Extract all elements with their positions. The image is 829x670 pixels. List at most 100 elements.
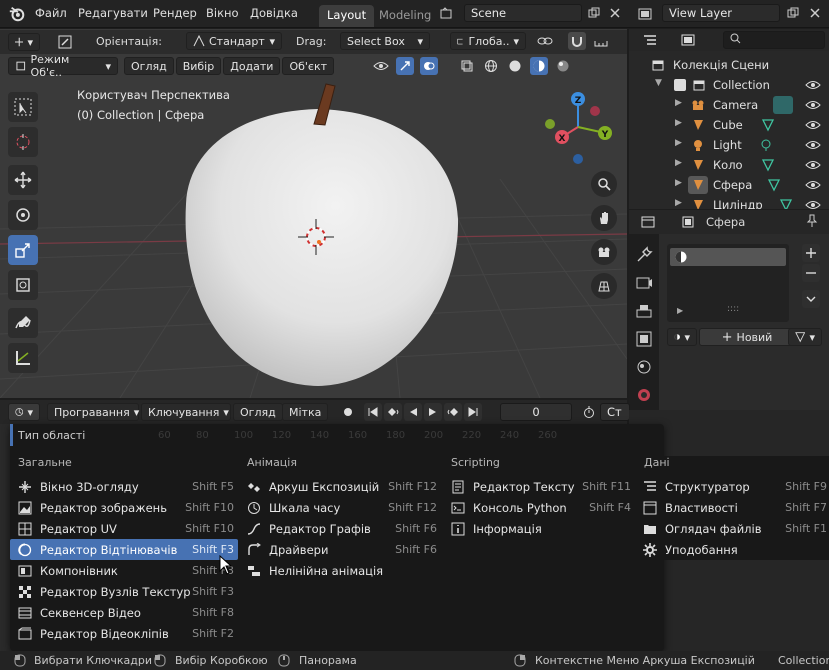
view-layer-tab-icon[interactable] bbox=[635, 330, 653, 348]
stopwatch-icon[interactable] bbox=[580, 403, 598, 421]
menu-view[interactable]: Огляд bbox=[124, 57, 174, 75]
shading-rendered-icon[interactable] bbox=[554, 57, 572, 75]
menu-item-dope-sheet[interactable]: Аркуш Експозицій Shift F12 bbox=[239, 476, 441, 497]
scene-tab-icon[interactable] bbox=[635, 358, 653, 376]
record-icon[interactable] bbox=[339, 403, 357, 421]
menu-item-video-sequencer[interactable]: Секвенсер Відео Shift F8 bbox=[10, 602, 238, 623]
menu-item-python-console[interactable]: Консоль Python Shift F4 bbox=[443, 497, 635, 518]
menu-item-properties[interactable]: Властивості Shift F7 bbox=[637, 497, 829, 518]
shading-material-icon[interactable] bbox=[530, 57, 548, 75]
duplicate-scene-icon[interactable] bbox=[585, 4, 603, 22]
snap-target-icon[interactable] bbox=[592, 32, 610, 50]
cursor-tool-icon[interactable] bbox=[8, 127, 38, 157]
collection-checkbox[interactable] bbox=[674, 79, 686, 91]
properties-panel[interactable]: Сфера ▶ :::: ▾ + Новий ▾ bbox=[629, 210, 829, 410]
next-keyframe-icon[interactable] bbox=[444, 403, 462, 421]
zoom-icon[interactable] bbox=[591, 171, 617, 197]
timeline-view-menu[interactable]: Огляд bbox=[233, 403, 283, 421]
transform-tool-icon[interactable] bbox=[8, 270, 38, 300]
menu-window[interactable]: Вікно bbox=[206, 6, 239, 20]
transform-affect-icon[interactable] bbox=[56, 33, 74, 51]
orientation-dropdown[interactable]: Стандарт ▾ bbox=[186, 32, 282, 50]
transform-tool-dropdown[interactable]: ▾ bbox=[8, 33, 40, 51]
timeline-editor-type-button[interactable]: ▾ bbox=[8, 403, 40, 421]
camera-data-icon[interactable] bbox=[773, 96, 793, 114]
outliner-collection[interactable]: ▼ Collection bbox=[629, 75, 829, 95]
duplicate-view-layer-icon[interactable] bbox=[784, 4, 802, 22]
drag-dropdown[interactable]: Select Box ▾ bbox=[340, 32, 430, 50]
outliner-item-light[interactable]: ▶ Light bbox=[629, 135, 829, 155]
add-slot-icon[interactable] bbox=[802, 244, 820, 262]
menu-render[interactable]: Рендер bbox=[153, 6, 197, 20]
menu-select[interactable]: Вибір bbox=[175, 57, 222, 75]
viewport-3d[interactable]: Користувач Перспектива (0) Collection | … bbox=[0, 29, 627, 398]
outliner-panel[interactable]: Колекція Сцени ▼ Collection ▶ Camera ▶ C… bbox=[629, 29, 829, 209]
outliner-search-input[interactable] bbox=[723, 31, 825, 49]
keying-menu[interactable]: Ключування ▾ bbox=[141, 403, 231, 421]
menu-item-movie-clip-editor[interactable]: Редактор Відеокліпів Shift F2 bbox=[10, 623, 238, 644]
jump-start-icon[interactable] bbox=[364, 403, 382, 421]
view-layer-field[interactable]: View Layer bbox=[662, 4, 780, 22]
menu-object[interactable]: Об'єкт bbox=[282, 57, 335, 75]
snap-magnet-icon[interactable] bbox=[568, 32, 586, 50]
render-tab-icon[interactable] bbox=[635, 274, 653, 292]
outliner-editor-type-icon[interactable] bbox=[641, 31, 659, 49]
output-tab-icon[interactable] bbox=[635, 302, 653, 320]
move-tool-icon[interactable] bbox=[8, 165, 38, 195]
remove-slot-icon[interactable] bbox=[802, 264, 820, 282]
jump-end-icon[interactable] bbox=[464, 403, 482, 421]
material-slot-list[interactable]: ▶ :::: bbox=[667, 244, 789, 322]
camera-view-icon[interactable] bbox=[591, 239, 617, 265]
view-layer-icon[interactable] bbox=[636, 5, 654, 23]
menu-item-shader-editor[interactable]: Редактор Відтінювачів Shift F3 bbox=[10, 539, 238, 560]
menu-item-timeline[interactable]: Шкала часу Shift F12 bbox=[239, 497, 441, 518]
menu-item-file-browser[interactable]: Оглядач файлів Shift F1 bbox=[637, 518, 829, 539]
workspace-tab-modeling[interactable]: Modeling bbox=[371, 5, 439, 27]
menu-item-compositor[interactable]: Компонівник Shift F3 bbox=[10, 560, 238, 581]
pan-hand-icon[interactable] bbox=[591, 205, 617, 231]
menu-item-info[interactable]: Інформація bbox=[443, 518, 635, 539]
menu-item-preferences[interactable]: Уподобання bbox=[637, 539, 829, 560]
menu-item-nonlinear-animation[interactable]: Нелінійна анімація bbox=[239, 560, 441, 581]
browse-material-button[interactable]: ▾ bbox=[667, 328, 697, 346]
outliner-item-circle[interactable]: ▶ Коло bbox=[629, 155, 829, 175]
playback-menu[interactable]: Програвання ▾ bbox=[47, 403, 139, 421]
blender-logo-icon[interactable] bbox=[8, 5, 26, 23]
play-reverse-icon[interactable] bbox=[404, 403, 422, 421]
snap-link-icon[interactable] bbox=[536, 32, 554, 50]
pivot-dropdown[interactable]: Глоба.. ▾ bbox=[450, 32, 526, 50]
measure-tool-icon[interactable] bbox=[8, 343, 38, 373]
properties-editor-type-icon[interactable] bbox=[639, 213, 657, 231]
pin-icon[interactable] bbox=[805, 214, 819, 228]
link-dropdown[interactable]: ▾ bbox=[788, 328, 822, 346]
close-view-layer-icon[interactable] bbox=[806, 4, 824, 22]
annotate-tool-icon[interactable] bbox=[8, 308, 38, 338]
material-slot-row[interactable] bbox=[670, 248, 786, 266]
menu-item-uv-editor[interactable]: Редактор UV Shift F10 bbox=[10, 518, 238, 539]
menu-item-graph-editor[interactable]: Редактор Графів Shift F6 bbox=[239, 518, 441, 539]
mode-dropdown[interactable]: Режим Об'є.. ▾ bbox=[8, 53, 118, 79]
menu-item-image-editor[interactable]: Редактор зображень Shift F10 bbox=[10, 497, 238, 518]
outliner-item-camera[interactable]: ▶ Camera bbox=[629, 95, 829, 115]
gizmo-toggle-icon[interactable] bbox=[396, 57, 414, 75]
menu-help[interactable]: Довідка bbox=[250, 6, 298, 20]
scale-tool-icon[interactable] bbox=[8, 235, 38, 265]
scene-field[interactable]: Scene bbox=[464, 4, 582, 22]
navigation-gizmo[interactable]: Z X Y bbox=[540, 89, 616, 165]
close-scene-icon[interactable] bbox=[606, 4, 624, 22]
tool-settings-tab-icon[interactable] bbox=[635, 246, 653, 264]
menu-item-text-editor[interactable]: Редактор Тексту Shift F11 bbox=[443, 476, 635, 497]
menu-item-texture-node-editor[interactable]: Редактор Вузлів Текстур Shift F3 bbox=[10, 581, 238, 602]
play-icon[interactable] bbox=[424, 403, 442, 421]
start-frame-field[interactable]: Ст bbox=[600, 403, 630, 421]
menu-file[interactable]: Файл bbox=[35, 6, 67, 20]
prev-keyframe-icon[interactable] bbox=[384, 403, 402, 421]
overlays-toggle-icon[interactable] bbox=[420, 57, 438, 75]
shading-solid-icon[interactable] bbox=[506, 57, 524, 75]
outliner-item-sphere[interactable]: ▶ Сфера bbox=[629, 175, 829, 195]
visibility-eye-icon[interactable] bbox=[372, 57, 390, 75]
rotate-tool-icon[interactable] bbox=[8, 200, 38, 230]
menu-add[interactable]: Додати bbox=[223, 57, 281, 75]
menu-edit[interactable]: Редагувати bbox=[78, 6, 148, 20]
ortho-grid-icon[interactable] bbox=[591, 273, 617, 299]
